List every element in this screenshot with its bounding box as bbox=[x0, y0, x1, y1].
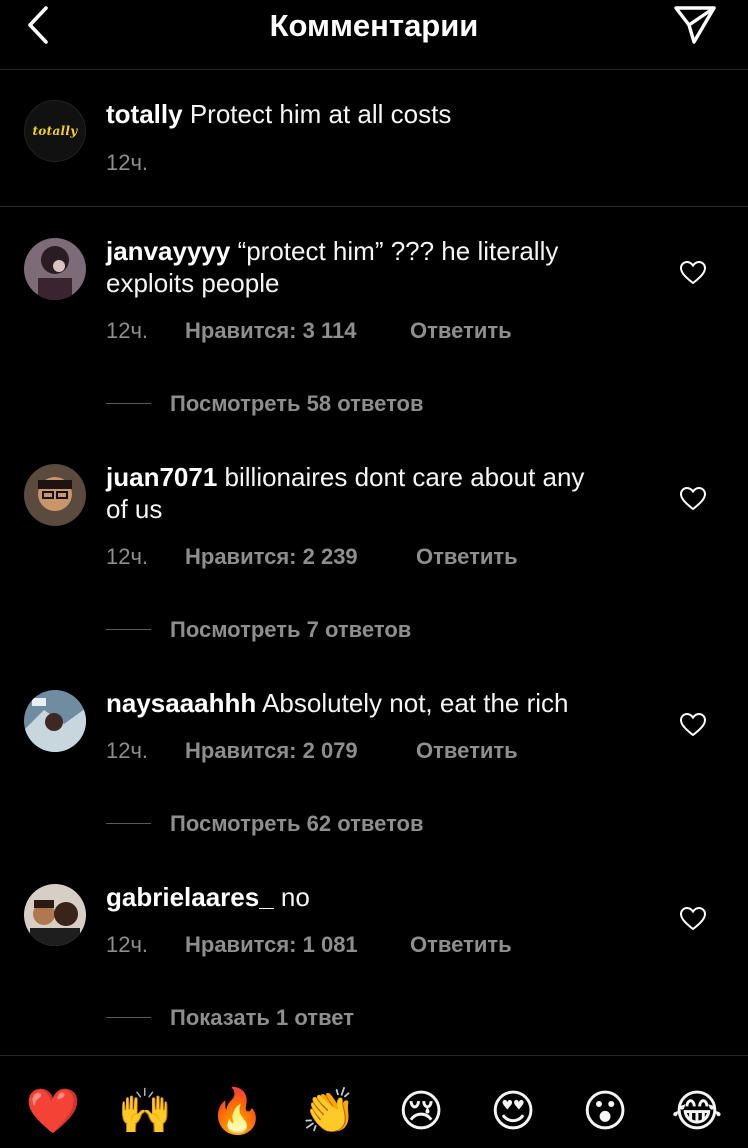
like-heart-icon[interactable] bbox=[680, 487, 706, 511]
caption-username[interactable]: totally bbox=[106, 99, 183, 129]
comment-body: Absolutely not, eat the rich bbox=[262, 688, 569, 718]
avatar-image bbox=[24, 464, 86, 526]
clapping-emoji-icon[interactable]: 👏 bbox=[299, 1086, 359, 1138]
comment-time: 12ч. bbox=[106, 318, 149, 343]
avatar-image bbox=[24, 884, 86, 946]
comment-body: billionaires dont care about any bbox=[224, 462, 585, 492]
like-count[interactable]: Нравится: 2 079 bbox=[185, 738, 358, 764]
caption-text: totally Protect him at all costs bbox=[106, 98, 666, 130]
logo-text: totally bbox=[32, 124, 78, 138]
comment-body-cont: exploits people bbox=[106, 268, 280, 298]
view-replies-button[interactable]: Посмотреть 62 ответов bbox=[106, 811, 424, 837]
comment-meta: 12ч. Нравится: 3 114 Ответить bbox=[106, 318, 512, 344]
view-replies-label: Посмотреть 58 ответов bbox=[170, 391, 424, 416]
caption-body: Protect him at all costs bbox=[189, 99, 452, 129]
view-replies-button[interactable]: Посмотреть 7 ответов bbox=[106, 617, 411, 643]
reply-button[interactable]: Ответить bbox=[410, 318, 512, 344]
comment-body-cont: of us bbox=[106, 494, 163, 524]
comment-text: janvayyyy “protect him” ??? he literally… bbox=[106, 235, 666, 299]
fire-emoji-icon[interactable]: 🔥 bbox=[207, 1086, 267, 1138]
comment-text: juan7071 billionaires dont care about an… bbox=[106, 461, 666, 525]
page-title: Комментарии bbox=[269, 8, 479, 43]
view-replies-button[interactable]: Посмотреть 58 ответов bbox=[106, 391, 424, 417]
comment-username[interactable]: gabrielaares_ bbox=[106, 882, 274, 912]
comment-username[interactable]: janvayyyy bbox=[106, 236, 230, 266]
emoji-reaction-bar: ❤️ 🙌 🔥 👏 😢 😍 😮 😂 bbox=[0, 1055, 748, 1148]
comment-username[interactable]: juan7071 bbox=[106, 462, 217, 492]
like-count[interactable]: Нравится: 3 114 bbox=[185, 318, 356, 344]
caption-time: 12ч. bbox=[106, 150, 149, 175]
replies-divider bbox=[106, 1016, 151, 1018]
tears-of-joy-emoji-icon[interactable]: 😂 bbox=[667, 1086, 727, 1138]
like-count[interactable]: Нравится: 2 239 bbox=[185, 544, 358, 570]
view-replies-label: Показать 1 ответ bbox=[170, 1005, 355, 1030]
avatar[interactable] bbox=[24, 464, 86, 526]
reply-button[interactable]: Ответить bbox=[416, 544, 518, 570]
account-avatar[interactable]: totally bbox=[24, 100, 86, 162]
surprised-emoji-icon[interactable]: 😮 bbox=[575, 1086, 635, 1138]
comment-username[interactable]: naysaaahhh bbox=[106, 688, 256, 718]
reply-button[interactable]: Ответить bbox=[416, 738, 518, 764]
replies-divider bbox=[106, 402, 151, 404]
post-caption: totally totally Protect him at all costs… bbox=[0, 70, 748, 207]
comment-time: 12ч. bbox=[106, 932, 149, 957]
view-replies-button[interactable]: Показать 1 ответ bbox=[106, 1005, 354, 1031]
reply-button[interactable]: Ответить bbox=[410, 932, 512, 958]
avatar-image bbox=[24, 238, 86, 300]
view-replies-label: Посмотреть 62 ответов bbox=[170, 811, 424, 836]
avatar[interactable] bbox=[24, 238, 86, 300]
raised-hands-emoji-icon[interactable]: 🙌 bbox=[115, 1086, 175, 1138]
like-heart-icon[interactable] bbox=[680, 261, 706, 285]
like-heart-icon[interactable] bbox=[680, 907, 706, 931]
like-count[interactable]: Нравится: 1 081 bbox=[185, 932, 358, 958]
avatar[interactable] bbox=[24, 884, 86, 946]
crying-emoji-icon[interactable]: 😢 bbox=[391, 1086, 451, 1138]
comment-time: 12ч. bbox=[106, 738, 149, 763]
like-heart-icon[interactable] bbox=[680, 713, 706, 737]
caption-meta: 12ч. bbox=[106, 150, 148, 176]
replies-divider bbox=[106, 822, 151, 824]
heart-emoji-icon[interactable]: ❤️ bbox=[23, 1086, 83, 1138]
comment-text: gabrielaares_ no bbox=[106, 881, 666, 913]
comment-meta: 12ч. Нравится: 1 081 Ответить bbox=[106, 932, 512, 958]
comment-time: 12ч. bbox=[106, 544, 149, 569]
heart-eyes-emoji-icon[interactable]: 😍 bbox=[483, 1086, 543, 1138]
comment-text: naysaaahhh Absolutely not, eat the rich bbox=[106, 687, 666, 719]
avatar-image bbox=[24, 690, 86, 752]
view-replies-label: Посмотреть 7 ответов bbox=[170, 617, 412, 642]
send-direct-icon[interactable] bbox=[672, 2, 718, 48]
comment-body: no bbox=[280, 882, 310, 912]
comment-meta: 12ч. Нравится: 2 079 Ответить bbox=[106, 738, 518, 764]
replies-divider bbox=[106, 628, 151, 630]
avatar[interactable] bbox=[24, 690, 86, 752]
header-bar: Комментарии bbox=[0, 0, 748, 70]
comment-body: “protect him” ??? he literally bbox=[237, 236, 559, 266]
comment-meta: 12ч. Нравится: 2 239 Ответить bbox=[106, 544, 518, 570]
